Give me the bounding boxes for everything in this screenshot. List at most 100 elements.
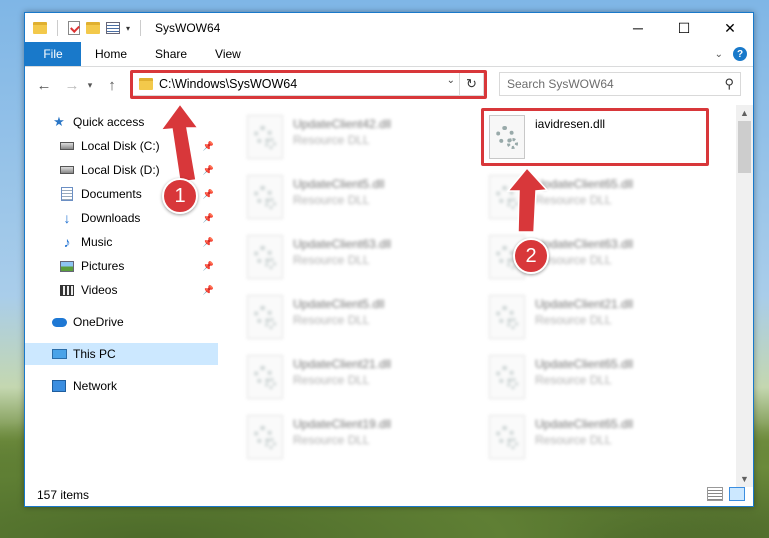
network-icon bbox=[52, 380, 66, 392]
sidebar-item-music[interactable]: ♪ Music 📌 bbox=[25, 231, 218, 253]
file-name: UpdateClient5.dll bbox=[293, 297, 385, 311]
expand-ribbon-icon[interactable]: ⌄ bbox=[715, 49, 723, 60]
file-type: Resource DLL bbox=[293, 253, 370, 267]
sidebar-item-label: Local Disk (D:) bbox=[81, 163, 160, 177]
pin-icon: 📌 bbox=[202, 188, 214, 199]
sidebar-item-label: Documents bbox=[81, 187, 142, 201]
sidebar-item-label: OneDrive bbox=[73, 315, 124, 329]
tab-share[interactable]: Share bbox=[141, 42, 201, 66]
tab-view[interactable]: View bbox=[201, 42, 255, 66]
minimize-button[interactable]: ─ bbox=[615, 13, 661, 43]
sidebar-item-local-disk-d[interactable]: Local Disk (D:) 📌 bbox=[25, 159, 218, 181]
file-name: UpdateClient42.dll bbox=[293, 117, 392, 131]
pin-icon: 📌 bbox=[202, 236, 214, 247]
file-item[interactable]: UpdateClient63.dll Resource DLL bbox=[241, 231, 471, 283]
cloud-icon bbox=[51, 317, 67, 327]
pin-icon: 📌 bbox=[202, 212, 214, 223]
dll-file-icon bbox=[489, 175, 525, 219]
dll-file-icon bbox=[489, 355, 525, 399]
properties-check-icon[interactable] bbox=[68, 21, 80, 35]
vertical-scrollbar[interactable]: ▲ ▼ bbox=[736, 105, 753, 487]
status-bar: 157 items bbox=[25, 484, 753, 506]
folder-icon bbox=[33, 22, 47, 34]
new-folder-icon[interactable] bbox=[86, 22, 100, 34]
sidebar-item-pictures[interactable]: Pictures 📌 bbox=[25, 255, 218, 277]
file-item[interactable]: UpdateClient65.dll Resource DLL bbox=[483, 351, 713, 403]
file-name: UpdateClient65.dll bbox=[535, 177, 634, 191]
sidebar-item-videos[interactable]: Videos 📌 bbox=[25, 279, 218, 301]
file-item[interactable]: UpdateClient19.dll Resource DLL bbox=[241, 411, 471, 463]
pin-icon: 📌 bbox=[202, 284, 214, 295]
window-title: SysWOW64 bbox=[155, 21, 221, 35]
back-button[interactable]: ← bbox=[33, 74, 55, 96]
sidebar-item-label: Network bbox=[73, 379, 118, 393]
maximize-button[interactable]: ☐ bbox=[661, 13, 707, 43]
scroll-up-icon[interactable]: ▲ bbox=[736, 105, 753, 121]
file-item[interactable]: UpdateClient42.dll Resource DLL bbox=[241, 111, 471, 163]
videos-icon bbox=[60, 284, 74, 296]
search-box[interactable]: Search SysWOW64 ⚲ bbox=[499, 72, 741, 96]
large-icons-view-icon[interactable] bbox=[729, 487, 745, 501]
recent-locations-button[interactable]: ▾ bbox=[83, 74, 97, 96]
file-item[interactable]: UpdateClient5.dll Resource DLL bbox=[241, 171, 471, 223]
sidebar-item-this-pc[interactable]: This PC bbox=[25, 343, 218, 365]
file-name: UpdateClient63.dll bbox=[535, 237, 634, 251]
dll-file-icon bbox=[247, 295, 283, 339]
sidebar-item-label: Pictures bbox=[81, 259, 125, 273]
file-item[interactable]: UpdateClient21.dll Resource DLL bbox=[241, 351, 471, 403]
file-item[interactable]: UpdateClient65.dll Resource DLL bbox=[483, 171, 713, 223]
sidebar-item-label: This PC bbox=[73, 347, 116, 361]
close-button[interactable]: ✕ bbox=[707, 13, 753, 43]
sidebar-item-network[interactable]: Network bbox=[25, 375, 218, 397]
sidebar-item-quick-access[interactable]: ★ Quick access bbox=[25, 111, 218, 133]
customize-toolbar-icon[interactable]: ▾ bbox=[126, 24, 130, 33]
sidebar-item-label: Videos bbox=[81, 283, 118, 297]
pictures-icon bbox=[60, 260, 74, 272]
file-item[interactable]: UpdateClient5.dll Resource DLL bbox=[241, 291, 471, 343]
file-name: UpdateClient19.dll bbox=[293, 417, 392, 431]
help-icon[interactable]: ? bbox=[733, 47, 747, 61]
step-marker-2: 2 bbox=[513, 238, 549, 274]
sidebar-item-label: Downloads bbox=[81, 211, 141, 225]
dll-file-icon bbox=[247, 415, 283, 459]
drive-icon bbox=[60, 142, 74, 150]
file-type: Resource DLL bbox=[293, 193, 370, 207]
computer-icon bbox=[51, 349, 67, 359]
file-name: UpdateClient21.dll bbox=[293, 357, 392, 371]
ribbon-tabs: File Home Share View ⌄ ? bbox=[25, 42, 753, 67]
file-name: UpdateClient65.dll bbox=[535, 357, 634, 371]
dll-file-icon bbox=[247, 355, 283, 399]
address-bar-highlight bbox=[130, 70, 487, 99]
navigation-pane: ★ Quick access Local Disk (C:) 📌 Local D… bbox=[25, 105, 218, 475]
up-button[interactable]: ↑ bbox=[101, 74, 123, 96]
dll-file-icon bbox=[247, 235, 283, 279]
sidebar-item-onedrive[interactable]: OneDrive bbox=[25, 311, 218, 333]
item-count: 157 items bbox=[37, 488, 90, 502]
music-icon: ♪ bbox=[63, 234, 71, 250]
forward-button[interactable]: → bbox=[61, 74, 83, 96]
sidebar-item-label: Quick access bbox=[73, 115, 145, 129]
sidebar-item-local-disk-c[interactable]: Local Disk (C:) 📌 bbox=[25, 135, 218, 157]
sidebar-item-label: Music bbox=[81, 235, 113, 249]
details-view-icon[interactable] bbox=[707, 487, 723, 501]
scrollbar-thumb[interactable] bbox=[738, 121, 751, 173]
sidebar-item-label: Local Disk (C:) bbox=[81, 139, 160, 153]
toolbar-divider bbox=[57, 20, 58, 36]
file-item[interactable]: UpdateClient21.dll Resource DLL bbox=[483, 291, 713, 343]
file-type: Resource DLL bbox=[293, 373, 370, 387]
properties-icon[interactable] bbox=[106, 22, 120, 34]
tab-file[interactable]: File bbox=[25, 42, 81, 66]
search-input[interactable]: Search SysWOW64 bbox=[507, 77, 614, 91]
star-icon: ★ bbox=[53, 114, 65, 129]
file-type: Resource DLL bbox=[535, 193, 612, 207]
file-name: UpdateClient5.dll bbox=[293, 177, 385, 191]
download-icon: ↓ bbox=[63, 210, 71, 226]
dll-file-icon bbox=[489, 295, 525, 339]
pin-icon: 📌 bbox=[202, 260, 214, 271]
file-item[interactable]: UpdateClient65.dll Resource DLL bbox=[483, 411, 713, 463]
file-name: UpdateClient63.dll bbox=[293, 237, 392, 251]
tab-home[interactable]: Home bbox=[81, 42, 141, 66]
quick-access-toolbar: ▾ SysWOW64 bbox=[25, 20, 220, 36]
window-controls: ─ ☐ ✕ bbox=[615, 13, 753, 43]
file-highlight bbox=[481, 108, 709, 166]
